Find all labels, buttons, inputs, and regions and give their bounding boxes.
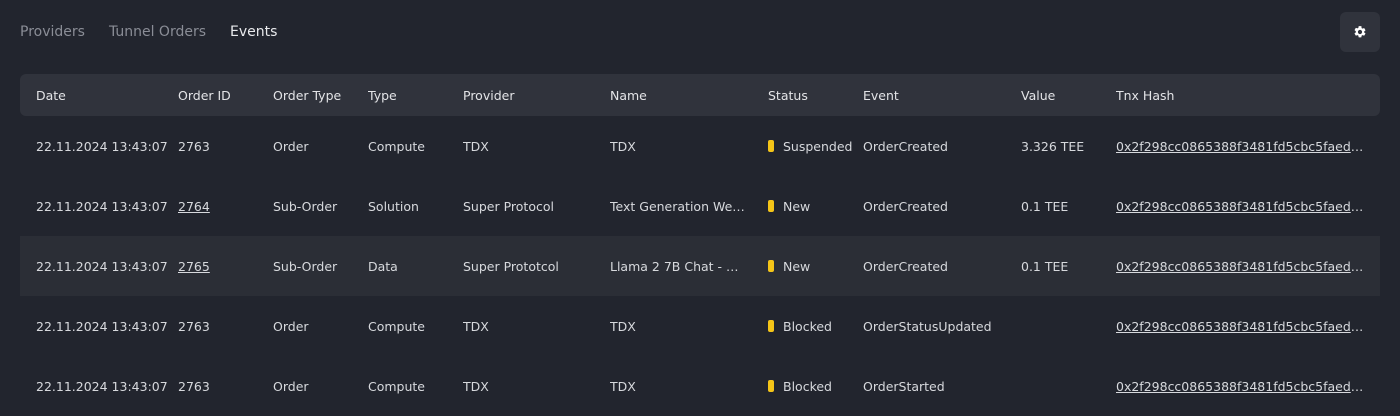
cell-type: Data [368,258,398,274]
status-indicator [768,260,774,272]
col-status[interactable]: Status [768,88,860,103]
cell-name: Text Generation Web UI [610,198,748,214]
table-row[interactable]: 22.11.2024 13:43:07 2765 Sub-Order Data … [20,236,1380,296]
cell-date: 22.11.2024 13:43:07 [36,198,168,214]
tab-events[interactable]: Events [230,20,277,44]
cell-status: Blocked [768,319,860,334]
cell-name: TDX [610,378,636,394]
col-order-type[interactable]: Order Type [273,88,358,103]
gear-icon [1354,26,1366,38]
cell-name: TDX [610,318,636,334]
order-id-link[interactable]: 2764 [178,199,258,214]
tab-providers[interactable]: Providers [20,20,85,44]
col-name[interactable]: Name [610,88,748,103]
col-event[interactable]: Event [863,88,1013,103]
col-order-id[interactable]: Order ID [178,88,258,103]
table-row[interactable]: 22.11.2024 13:43:07 2763 Order Compute T… [20,296,1380,356]
table-header: Date Order ID Order Type Type Provider N… [20,74,1380,116]
cell-date: 22.11.2024 13:43:07 [36,378,168,394]
tnx-hash-link[interactable]: 0x2f298cc0865388f3481fd5cbc5faedd63… [1116,319,1366,334]
col-tnx-hash[interactable]: Tnx Hash [1116,88,1366,103]
cell-type: Compute [368,138,426,154]
cell-order-id: 2763 [178,378,210,394]
cell-provider: TDX [463,318,489,334]
tnx-hash-link[interactable]: 0x2f298cc0865388f3481fd5cbc5faedd63… [1116,139,1366,154]
cell-order-type: Order [273,378,309,394]
cell-provider: TDX [463,378,489,394]
cell-event: OrderCreated [863,258,948,274]
col-value[interactable]: Value [1021,88,1111,103]
cell-order-type: Order [273,138,309,154]
cell-date: 22.11.2024 13:43:07 [36,138,168,154]
cell-name: TDX [610,138,636,154]
cell-type: Solution [368,198,419,214]
cell-status: Blocked [768,379,860,394]
cell-value: 3.326 TEE [1021,138,1085,154]
table-row[interactable]: 22.11.2024 13:43:07 2763 Order Compute T… [20,356,1380,416]
tnx-hash-link[interactable]: 0x2f298cc0865388f3481fd5cbc5faedd63… [1116,199,1366,214]
col-date[interactable]: Date [36,88,176,103]
cell-date: 22.11.2024 13:43:07 [36,258,168,274]
status-label: Blocked [783,318,832,334]
cell-type: Compute [368,318,426,334]
cell-provider: Super Protocol [463,198,554,214]
cell-name: Llama 2 7B Chat - GG… [610,258,748,274]
settings-button[interactable] [1340,12,1380,52]
events-table: Date Order ID Order Type Type Provider N… [20,74,1380,416]
cell-provider: Super Prototcol [463,258,559,274]
table-row[interactable]: 22.11.2024 13:43:07 2764 Sub-Order Solut… [20,176,1380,236]
cell-order-id: 2763 [178,138,210,154]
status-label: Blocked [783,378,832,394]
status-label: New [783,258,811,274]
cell-value: 0.1 TEE [1021,258,1069,274]
cell-event: OrderStatusUpdated [863,318,992,334]
cell-type: Compute [368,378,426,394]
cell-event: OrderCreated [863,138,948,154]
cell-date: 22.11.2024 13:43:07 [36,318,168,334]
tab-tunnel-orders[interactable]: Tunnel Orders [109,20,206,44]
cell-provider: TDX [463,138,489,154]
table-row[interactable]: 22.11.2024 13:43:07 2763 Order Compute T… [20,116,1380,176]
status-label: New [783,198,811,214]
status-indicator [768,380,774,392]
cell-status: New [768,199,860,214]
cell-order-id: 2763 [178,318,210,334]
status-indicator [768,140,774,152]
cell-order-type: Sub-Order [273,258,338,274]
cell-event: OrderCreated [863,198,948,214]
order-id-link[interactable]: 2765 [178,259,258,274]
tnx-hash-link[interactable]: 0x2f298cc0865388f3481fd5cbc5faedd63… [1116,379,1366,394]
top-bar: Providers Tunnel Orders Events [20,0,1380,64]
cell-status: New [768,259,860,274]
status-label: Suspended [783,138,853,154]
tnx-hash-link[interactable]: 0x2f298cc0865388f3481fd5cbc5faedd63… [1116,259,1366,274]
cell-value: 0.1 TEE [1021,198,1069,214]
cell-order-type: Sub-Order [273,198,338,214]
col-type[interactable]: Type [368,88,453,103]
status-indicator [768,200,774,212]
cell-order-type: Order [273,318,309,334]
status-indicator [768,320,774,332]
tabs: Providers Tunnel Orders Events [20,20,277,44]
col-provider[interactable]: Provider [463,88,603,103]
cell-status: Suspended [768,139,860,154]
cell-event: OrderStarted [863,378,945,394]
